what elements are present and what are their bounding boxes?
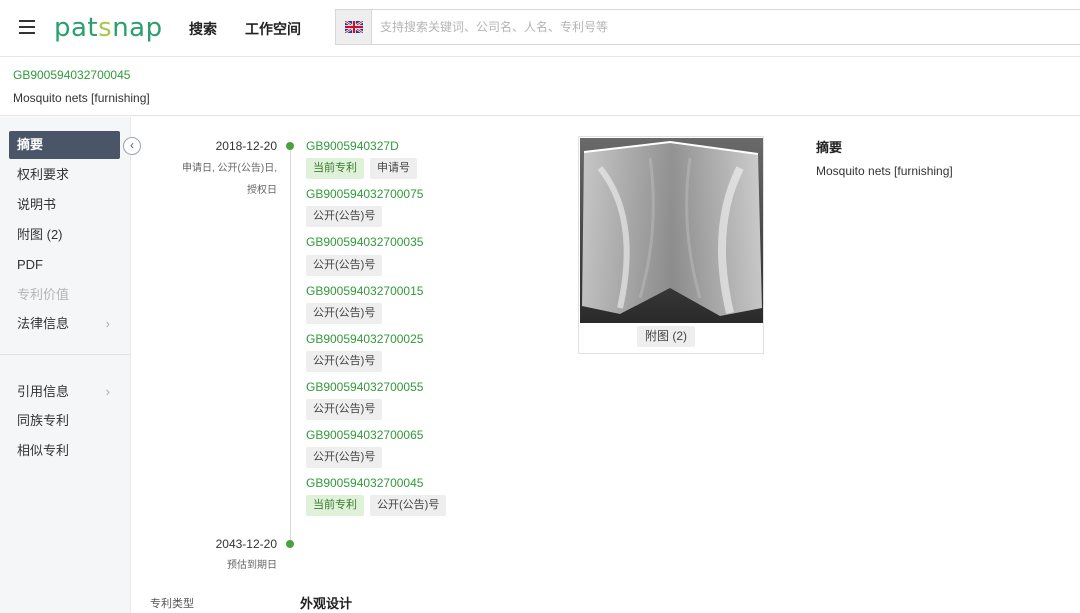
- timeline-start-dot: [286, 142, 294, 150]
- timeline-end-desc: 预估到期日: [227, 560, 277, 571]
- tag-publication-number: 公开(公告)号: [306, 255, 383, 276]
- tag-publication-number: 公开(公告)号: [306, 206, 383, 227]
- logo[interactable]: patsnap: [54, 13, 163, 43]
- timeline-start-desc: 申请日, 公开(公告)日,: [182, 163, 277, 174]
- language-selector[interactable]: [336, 10, 372, 44]
- sidebar-item-pdf[interactable]: PDF: [9, 251, 120, 279]
- timeline-line: [290, 146, 291, 544]
- chevron-right-icon: ›: [105, 384, 110, 399]
- tag-publication-number: 公开(公告)号: [306, 351, 383, 372]
- nav-search[interactable]: 搜索: [189, 19, 217, 39]
- sidebar-item-citations[interactable]: 引用信息 ›: [9, 378, 120, 406]
- timeline-end-date: 2043-12-20: [215, 537, 277, 551]
- tag-publication-number: 公开(公告)号: [370, 495, 447, 516]
- patent-type-value: 外观设计: [300, 596, 353, 611]
- tag-application-number: 申请号: [370, 158, 417, 179]
- sidebar-divider: [0, 354, 131, 355]
- tag-publication-number: 公开(公告)号: [306, 399, 383, 420]
- uk-flag-icon: [345, 21, 363, 33]
- family-patent-link[interactable]: GB900594032700035: [306, 235, 423, 249]
- sidebar-item-family[interactable]: 同族专利: [9, 407, 120, 435]
- family-patent-link[interactable]: GB900594032700075: [306, 187, 423, 201]
- patent-type-label: 专利类型: [150, 598, 194, 610]
- sidebar-item-similar[interactable]: 相似专利: [9, 437, 120, 465]
- sidebar: 摘要 权利要求 说明书 附图 (2) PDF 专利价值 法律信息 › 引用信息 › …: [0, 117, 131, 613]
- figure-image[interactable]: [580, 138, 763, 323]
- sidebar-item-claims[interactable]: 权利要求: [9, 161, 120, 189]
- sidebar-item-drawings[interactable]: 附图 (2): [9, 221, 120, 249]
- search-box: [335, 9, 1080, 45]
- sidebar-item-patent-value: 专利价值: [17, 287, 70, 302]
- sidebar-item-abstract[interactable]: 摘要: [9, 131, 120, 159]
- family-patent-link[interactable]: GB900594032700015: [306, 284, 423, 298]
- figure-label[interactable]: 附图 (2): [637, 326, 696, 347]
- abstract-heading: 摘要: [816, 140, 843, 155]
- timeline-start-date: 2018-12-20: [215, 139, 277, 153]
- family-patent-link[interactable]: GB9005940327D: [306, 139, 399, 153]
- nav-workspace[interactable]: 工作空间: [245, 19, 301, 39]
- timeline-start-desc-2: 授权日: [247, 185, 277, 196]
- top-bar: patsnap 搜索 工作空间: [0, 0, 1080, 57]
- chevron-right-icon: ›: [105, 316, 110, 331]
- patent-header: GB900594032700045 Mosquito nets [furnish…: [0, 57, 1080, 116]
- mosquito-net-image: [580, 138, 763, 323]
- family-patent-link[interactable]: GB900594032700025: [306, 332, 423, 346]
- patent-title: Mosquito nets [furnishing]: [13, 91, 150, 105]
- family-patent-link[interactable]: GB900594032700055: [306, 380, 423, 394]
- abstract-text: Mosquito nets [furnishing]: [816, 164, 953, 178]
- collapse-sidebar-icon[interactable]: ‹: [123, 137, 141, 155]
- sidebar-item-legal-info[interactable]: 法律信息 ›: [9, 310, 120, 338]
- sidebar-item-description[interactable]: 说明书: [9, 191, 120, 219]
- figure-card[interactable]: 附图 (2): [578, 136, 764, 354]
- search-input[interactable]: [380, 10, 1070, 44]
- family-patent-link[interactable]: GB900594032700065: [306, 428, 423, 442]
- tag-current-patent: 当前专利: [306, 495, 364, 516]
- timeline-end-dot: [286, 540, 294, 548]
- tag-publication-number: 公开(公告)号: [306, 447, 383, 468]
- tag-current-patent: 当前专利: [306, 158, 364, 179]
- menu-icon[interactable]: [19, 20, 35, 34]
- patent-number[interactable]: GB900594032700045: [13, 68, 130, 82]
- tag-publication-number: 公开(公告)号: [306, 303, 383, 324]
- family-patent-link[interactable]: GB900594032700045: [306, 476, 423, 490]
